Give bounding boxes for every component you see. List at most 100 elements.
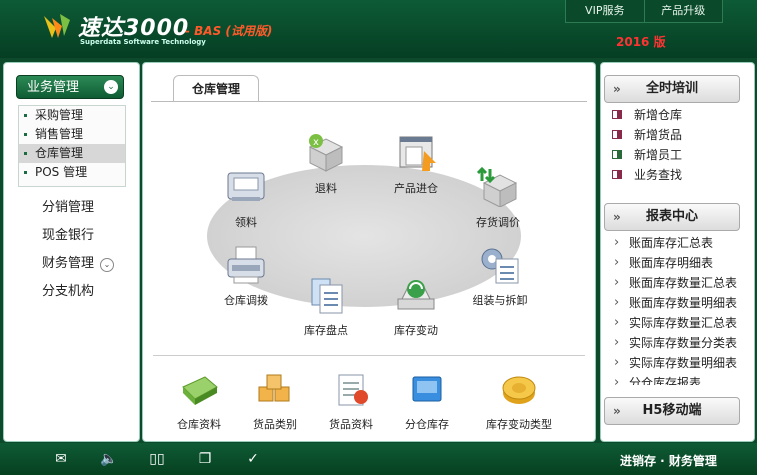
- assembly-icon: [481, 248, 519, 284]
- shortcut-goods-info[interactable]: 货品资料: [319, 373, 383, 432]
- top-links: VIP服务 产品升级: [565, 0, 723, 23]
- chevron-down-icon: ⌄: [104, 80, 118, 94]
- flow-item-requisition[interactable]: 领料: [211, 167, 281, 230]
- nav-item-distribution[interactable]: 分销管理: [42, 196, 94, 215]
- chevron-down-icon: ⌄: [100, 258, 115, 272]
- shortcut-branch-stock[interactable]: 分仓库存: [395, 373, 459, 432]
- nav-item-cash-bank[interactable]: 现金银行: [42, 224, 94, 243]
- price-adjust-icon: [476, 166, 518, 208]
- nav-item-branch[interactable]: 分支机构: [42, 280, 94, 299]
- shortcut-label: 库存变动类型: [486, 418, 552, 431]
- book-icon: [612, 110, 622, 119]
- shortcut-stock-change-type[interactable]: 库存变动类型: [471, 373, 567, 432]
- requisition-icon: [227, 172, 265, 201]
- book-icon: [612, 150, 622, 159]
- goods-info-icon: [338, 374, 368, 406]
- book-icon: [612, 130, 622, 139]
- double-chevron-icon: »: [613, 82, 621, 96]
- report-header[interactable]: » 报表中心: [604, 203, 740, 231]
- year-label: 2016 版: [616, 35, 666, 49]
- flow-label: 领料: [235, 216, 257, 229]
- book-icon: [612, 170, 622, 179]
- footer-bar: ✉ 🔈 ▯▯ ❐ ✓ 进销存 · 财务管理: [0, 443, 757, 475]
- logo-subtitle: Superdata Software Technology: [80, 38, 206, 46]
- shortcut-label: 货品类别: [253, 418, 297, 431]
- stock-change-type-icon: [502, 376, 536, 404]
- report-item[interactable]: 账面库存数量明细表: [601, 293, 754, 313]
- training-list: 新增仓库 新增货品 新增员工 业务查找: [601, 105, 754, 185]
- mail-icon[interactable]: ✉: [52, 451, 70, 467]
- sidebar: 业务管理 ⌄ 采购管理 销售管理 仓库管理 POS 管理 分销管理 现金银行 财…: [3, 62, 140, 442]
- training-item[interactable]: 新增货品: [601, 125, 754, 145]
- footer-title: 进销存 · 财务管理: [620, 454, 717, 468]
- transfer-icon: [227, 246, 265, 284]
- training-title: 全时培训: [645, 81, 698, 96]
- report-list: 账面库存汇总表 账面库存明细表 账面库存数量汇总表 账面库存数量明细表 实际库存…: [601, 233, 754, 385]
- stock-count-icon: [311, 278, 343, 314]
- double-chevron-icon: »: [613, 404, 621, 418]
- vip-service-link[interactable]: VIP服务: [566, 0, 644, 22]
- shortcut-label: 分仓库存: [405, 418, 449, 431]
- tab-warehouse[interactable]: 仓库管理: [173, 75, 259, 102]
- stock-in-icon: [399, 136, 436, 171]
- app-header: 速达3000 Superdata Software Technology - B…: [0, 0, 757, 58]
- training-header[interactable]: » 全时培训: [604, 75, 740, 103]
- flow-item-assembly[interactable]: 组装与拆卸: [459, 245, 541, 308]
- tab-divider: [151, 101, 587, 102]
- submenu-item-warehouse[interactable]: 仓库管理: [19, 144, 125, 163]
- report-item[interactable]: 账面库存数量汇总表: [601, 273, 754, 293]
- flow-label: 库存盘点: [304, 324, 348, 337]
- speaker-icon[interactable]: 🔈: [100, 451, 118, 467]
- check-icon[interactable]: ✓: [244, 451, 262, 467]
- report-item[interactable]: 实际库存数量明细表: [601, 353, 754, 373]
- right-panel: » 全时培训 新增仓库 新增货品 新增员工 业务查找 » 报表中心 账面库存汇总…: [600, 62, 755, 442]
- flow-item-price-adjust[interactable]: 存货调价: [463, 166, 533, 230]
- shortcut-label: 货品资料: [329, 418, 373, 431]
- mobile-header[interactable]: » H5移动端: [604, 397, 740, 425]
- stock-change-icon: [397, 280, 435, 310]
- submenu-item-purchase[interactable]: 采购管理: [19, 106, 125, 125]
- flow-item-transfer[interactable]: 仓库调拨: [211, 245, 281, 308]
- report-item[interactable]: 账面库存汇总表: [601, 233, 754, 253]
- double-chevron-icon: »: [613, 210, 621, 224]
- logo-icon: [44, 14, 70, 38]
- report-title: 报表中心: [645, 209, 698, 224]
- report-item[interactable]: 分仓库存报表: [601, 373, 754, 385]
- training-item[interactable]: 新增仓库: [601, 105, 754, 125]
- shortcut-warehouse-info[interactable]: 仓库资料: [167, 373, 231, 432]
- training-item[interactable]: 新增员工: [601, 145, 754, 165]
- flow-item-stock-count[interactable]: 库存盘点: [291, 275, 361, 338]
- flow-label: 退料: [315, 182, 337, 195]
- flow-label: 存货调价: [476, 216, 520, 229]
- report-item[interactable]: 账面库存明细表: [601, 253, 754, 273]
- book-open-icon[interactable]: ▯▯: [148, 451, 166, 467]
- report-item[interactable]: 实际库存数量汇总表: [601, 313, 754, 333]
- shortcut-label: 仓库资料: [177, 418, 221, 431]
- documents-icon[interactable]: ❐: [196, 451, 214, 467]
- mobile-title: H5移动端: [642, 403, 702, 418]
- section-divider: [153, 355, 585, 356]
- report-item[interactable]: 实际库存数量分类表: [601, 333, 754, 353]
- return-icon: x: [308, 134, 344, 172]
- flow-label: 库存变动: [394, 324, 438, 337]
- goods-category-icon: [258, 374, 290, 402]
- flow-label: 产品进仓: [394, 182, 438, 195]
- shortcut-goods-category[interactable]: 货品类别: [243, 373, 307, 432]
- branch-stock-icon: [412, 376, 442, 402]
- flow-item-stock-in[interactable]: 产品进仓: [381, 133, 451, 196]
- section-label: 业务管理: [27, 80, 80, 95]
- submenu-item-sales[interactable]: 销售管理: [19, 125, 125, 144]
- nav-item-finance[interactable]: 财务管理 ⌄: [42, 252, 115, 272]
- section-business-button[interactable]: 业务管理 ⌄: [16, 75, 124, 99]
- svg-text:x: x: [313, 137, 319, 148]
- upgrade-link[interactable]: 产品升级: [643, 0, 723, 22]
- business-submenu: 采购管理 销售管理 仓库管理 POS 管理: [18, 105, 126, 187]
- flow-label: 组装与拆卸: [472, 294, 528, 307]
- training-item[interactable]: 业务查找: [601, 165, 754, 185]
- submenu-item-pos[interactable]: POS 管理: [19, 163, 125, 182]
- nav-item-finance-label: 财务管理: [42, 256, 95, 271]
- flow-item-return[interactable]: x 退料: [291, 133, 361, 196]
- flow-item-stock-change[interactable]: 库存变动: [381, 275, 451, 338]
- warehouse-info-icon: [182, 376, 218, 405]
- flow-label: 仓库调拨: [224, 294, 268, 307]
